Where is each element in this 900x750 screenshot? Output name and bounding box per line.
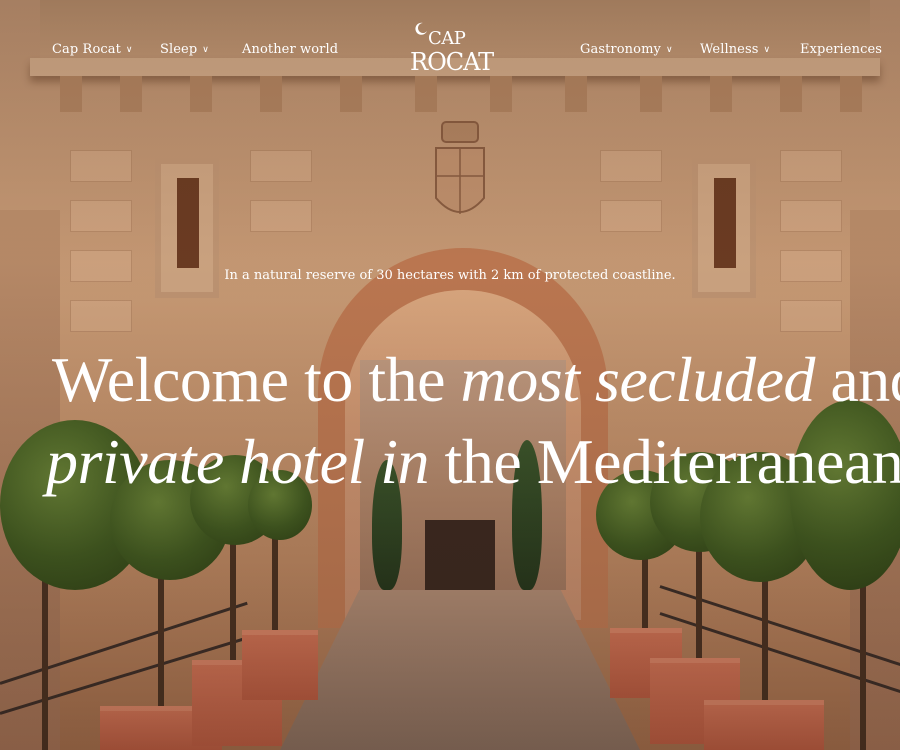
chevron-down-icon: ∨: [665, 45, 673, 55]
nav-item-label: Experiences: [800, 42, 883, 57]
cap-rocat-logo[interactable]: CAP ROCAT: [410, 22, 494, 78]
nav-item-another-world[interactable]: Another world: [242, 42, 338, 57]
nav-item-label: Cap Rocat: [52, 42, 121, 57]
headline-text: and: [830, 343, 900, 415]
nav-item-label: Gastronomy: [580, 42, 661, 57]
chevron-down-icon: ∨: [125, 45, 133, 55]
headline-line-1: Welcome to the most secluded and: [40, 339, 900, 421]
hero-headline: Welcome to the most secluded and private…: [40, 339, 900, 503]
headline-italic-text: private hotel in: [46, 425, 430, 497]
main-navigation: Cap Rocat ∨ Sleep ∨ Another world CAP ROCA…: [0, 0, 900, 90]
logo-text-line2: ROCAT: [410, 48, 494, 76]
hero-tagline: In a natural reserve of 30 hectares with…: [224, 268, 676, 283]
nav-item-sleep[interactable]: Sleep ∨: [160, 42, 209, 57]
headline-text: the Mediterranean.: [429, 425, 900, 497]
nav-item-experiences[interactable]: Experiences: [800, 42, 882, 57]
nav-item-gastronomy[interactable]: Gastronomy ∨: [580, 42, 673, 57]
nav-item-label: Sleep: [160, 42, 198, 57]
headline-italic-text: most secluded: [460, 343, 816, 415]
nav-item-wellness[interactable]: Wellness ∨: [700, 42, 770, 57]
chevron-down-icon: ∨: [763, 45, 771, 55]
crescent-moon-icon: [415, 22, 427, 35]
headline-line-2: private hotel in the Mediterranean.: [40, 421, 900, 503]
headline-text: Welcome to the: [52, 343, 461, 415]
nav-item-label: Another world: [242, 42, 339, 57]
logo-text-line1: CAP: [428, 28, 466, 49]
chevron-down-icon: ∨: [202, 45, 209, 55]
nav-item-label: Wellness: [700, 42, 759, 57]
nav-item-cap-rocat[interactable]: Cap Rocat ∨: [52, 42, 133, 57]
